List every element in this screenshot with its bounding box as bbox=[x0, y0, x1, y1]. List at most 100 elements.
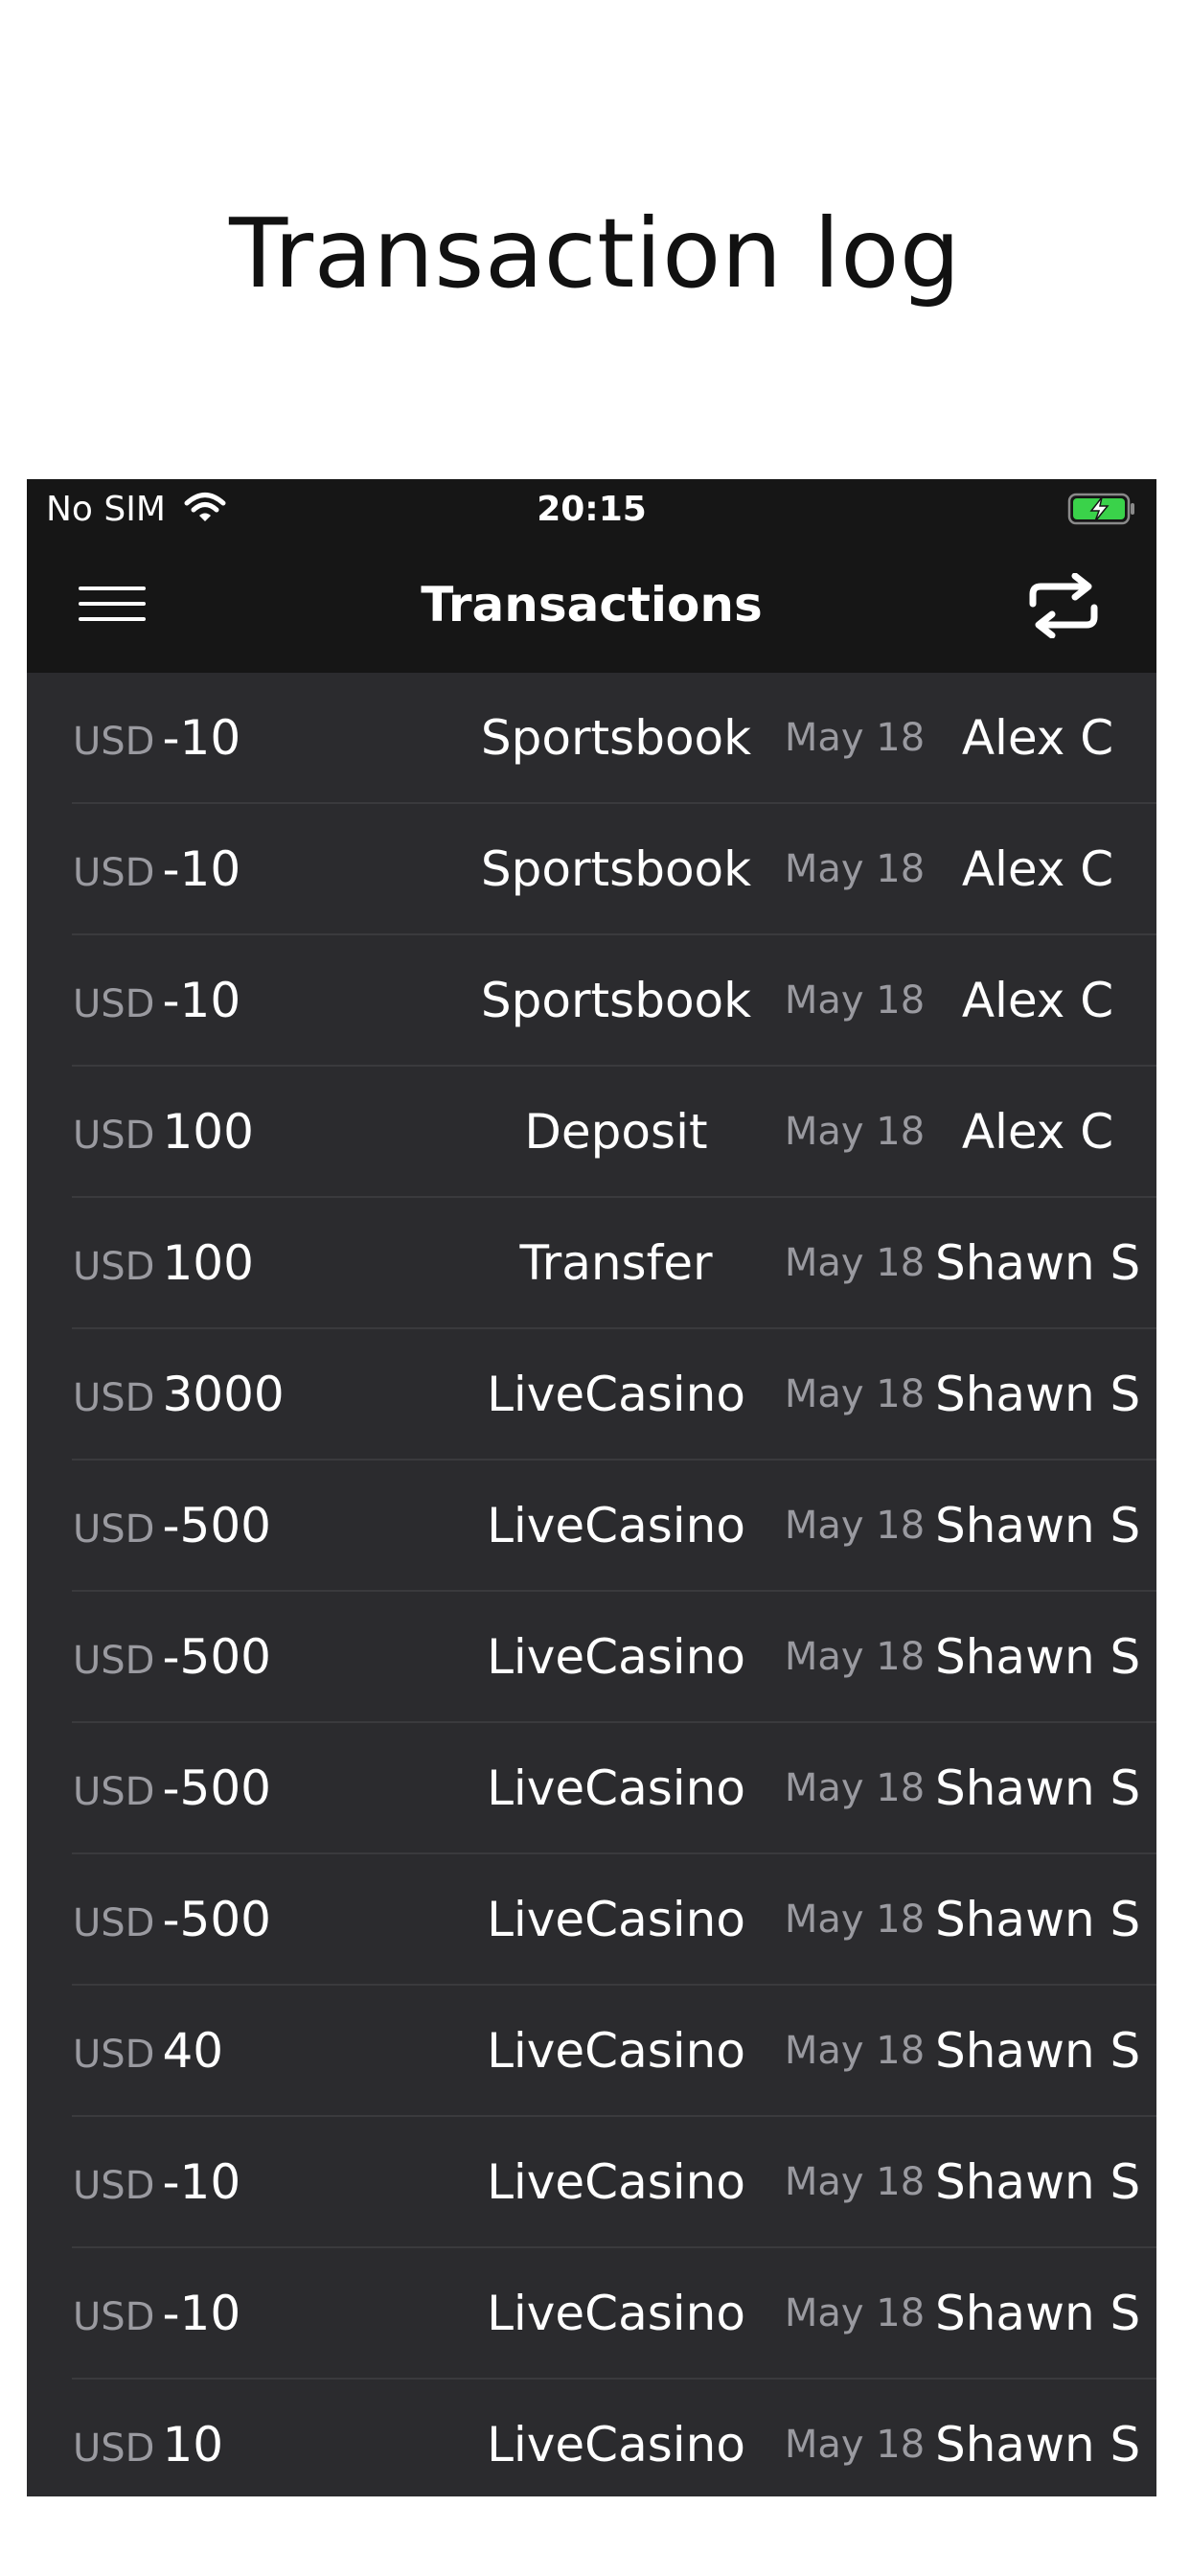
transaction-date: May 18 bbox=[784, 2029, 926, 2073]
transaction-user: Alex C bbox=[961, 1104, 1114, 1160]
transaction-date: May 18 bbox=[784, 847, 926, 891]
page-title: Transactions bbox=[421, 577, 763, 632]
transaction-amount: USD -500 bbox=[73, 1592, 418, 1723]
transaction-row[interactable]: USD -500 LiveCasino May 18 Shawn S bbox=[27, 1854, 1156, 1986]
transaction-amount: USD -500 bbox=[73, 1460, 418, 1592]
transaction-row[interactable]: USD -500 LiveCasino May 18 Shawn S bbox=[27, 1723, 1156, 1854]
transfer-arrows-icon[interactable] bbox=[1025, 573, 1102, 638]
transaction-category: LiveCasino bbox=[487, 2023, 745, 2079]
transaction-user: Shawn S bbox=[935, 1235, 1141, 1291]
transaction-category: LiveCasino bbox=[487, 2154, 745, 2210]
transaction-row[interactable]: USD -10 LiveCasino May 18 Shawn S bbox=[27, 2248, 1156, 2380]
transaction-row[interactable]: USD -10 Sportsbook May 18 Alex C bbox=[27, 935, 1156, 1067]
transaction-category: LiveCasino bbox=[487, 1760, 745, 1816]
transaction-row[interactable]: USD 10 LiveCasino May 18 Shawn S bbox=[27, 2380, 1156, 2496]
currency-code: USD bbox=[73, 1245, 155, 1289]
amount-value: -10 bbox=[162, 2154, 241, 2210]
currency-code: USD bbox=[73, 1507, 155, 1552]
amount-value: 100 bbox=[162, 1104, 254, 1160]
transaction-category: LiveCasino bbox=[487, 2417, 745, 2472]
transaction-date: May 18 bbox=[784, 1635, 926, 1679]
amount-value: -500 bbox=[162, 1629, 271, 1685]
currency-code: USD bbox=[73, 720, 155, 764]
transaction-category: LiveCasino bbox=[487, 1498, 745, 1553]
transaction-user: Alex C bbox=[961, 841, 1114, 897]
transaction-date: May 18 bbox=[784, 2291, 926, 2335]
transaction-category: LiveCasino bbox=[487, 2286, 745, 2341]
transaction-user: Shawn S bbox=[935, 2286, 1141, 2341]
transaction-category: Sportsbook bbox=[480, 710, 752, 766]
transaction-amount: USD 100 bbox=[73, 1067, 418, 1198]
transaction-user: Shawn S bbox=[935, 1629, 1141, 1685]
transaction-category: LiveCasino bbox=[487, 1367, 745, 1422]
transaction-user: Shawn S bbox=[935, 1892, 1141, 1947]
transaction-user: Shawn S bbox=[935, 2417, 1141, 2472]
transaction-user: Alex C bbox=[961, 973, 1114, 1028]
transaction-list: USD -10 Sportsbook May 18 Alex C USD -10 Sports… bbox=[27, 673, 1156, 2496]
transaction-category: Transfer bbox=[519, 1235, 713, 1291]
transaction-category: Sportsbook bbox=[480, 841, 752, 897]
transaction-row[interactable]: USD 40 LiveCasino May 18 Shawn S bbox=[27, 1986, 1156, 2117]
transaction-amount: USD -10 bbox=[73, 804, 418, 935]
transaction-row[interactable]: USD -10 Sportsbook May 18 Alex C bbox=[27, 804, 1156, 935]
currency-code: USD bbox=[73, 1639, 155, 1683]
amount-value: 3000 bbox=[162, 1367, 285, 1422]
transaction-amount: USD 10 bbox=[73, 2380, 418, 2496]
transaction-date: May 18 bbox=[784, 1898, 926, 1942]
transaction-amount: USD 40 bbox=[73, 1986, 418, 2117]
transaction-category: Deposit bbox=[524, 1104, 708, 1160]
amount-value: -10 bbox=[162, 841, 241, 897]
transaction-date: May 18 bbox=[784, 2423, 926, 2467]
currency-code: USD bbox=[73, 851, 155, 895]
currency-code: USD bbox=[73, 2033, 155, 2077]
transaction-category: LiveCasino bbox=[487, 1892, 745, 1947]
transaction-category: LiveCasino bbox=[487, 1629, 745, 1685]
status-time: 20:15 bbox=[537, 490, 647, 529]
transaction-user: Shawn S bbox=[935, 2154, 1141, 2210]
currency-code: USD bbox=[73, 1901, 155, 1945]
transaction-date: May 18 bbox=[784, 1504, 926, 1548]
transaction-row[interactable]: USD -10 Sportsbook May 18 Alex C bbox=[27, 673, 1156, 804]
status-bar: No SIM 20:15 bbox=[27, 479, 1156, 539]
transaction-row[interactable]: USD 3000 LiveCasino May 18 Shawn S bbox=[27, 1329, 1156, 1460]
transaction-amount: USD 3000 bbox=[73, 1329, 418, 1460]
transaction-row[interactable]: USD -500 LiveCasino May 18 Shawn S bbox=[27, 1460, 1156, 1592]
transaction-amount: USD 100 bbox=[73, 1198, 418, 1329]
transaction-date: May 18 bbox=[784, 1372, 926, 1416]
currency-code: USD bbox=[73, 1376, 155, 1420]
currency-code: USD bbox=[73, 1114, 155, 1158]
transaction-row[interactable]: USD 100 Transfer May 18 Shawn S bbox=[27, 1198, 1156, 1329]
transaction-category: Sportsbook bbox=[480, 973, 752, 1028]
transaction-date: May 18 bbox=[784, 1241, 926, 1285]
amount-value: 100 bbox=[162, 1235, 254, 1291]
currency-code: USD bbox=[73, 2295, 155, 2339]
transaction-date: May 18 bbox=[784, 1110, 926, 1154]
amount-value: -500 bbox=[162, 1892, 271, 1947]
transaction-amount: USD -10 bbox=[73, 935, 418, 1067]
transaction-date: May 18 bbox=[784, 716, 926, 760]
currency-code: USD bbox=[73, 1770, 155, 1814]
navigation-bar: Transactions bbox=[27, 539, 1156, 673]
transaction-date: May 18 bbox=[784, 2160, 926, 2204]
transaction-row[interactable]: USD -10 LiveCasino May 18 Shawn S bbox=[27, 2117, 1156, 2248]
phone-screen: No SIM 20:15 Transactions USD -10 Sportsbo… bbox=[27, 479, 1156, 2496]
amount-value: -500 bbox=[162, 1760, 271, 1816]
transaction-date: May 18 bbox=[784, 1766, 926, 1810]
amount-value: -10 bbox=[162, 2286, 241, 2341]
battery-charging-icon bbox=[1067, 493, 1134, 525]
amount-value: -10 bbox=[162, 710, 241, 766]
transaction-amount: USD -10 bbox=[73, 673, 418, 804]
amount-value: 10 bbox=[162, 2417, 224, 2472]
transaction-user: Shawn S bbox=[935, 2023, 1141, 2079]
transaction-row[interactable]: USD -500 LiveCasino May 18 Shawn S bbox=[27, 1592, 1156, 1723]
transaction-amount: USD -10 bbox=[73, 2248, 418, 2380]
amount-value: -10 bbox=[162, 973, 241, 1028]
transaction-date: May 18 bbox=[784, 978, 926, 1023]
transaction-amount: USD -10 bbox=[73, 2117, 418, 2248]
amount-value: 40 bbox=[162, 2023, 224, 2079]
currency-code: USD bbox=[73, 982, 155, 1026]
page-caption: Transaction log bbox=[229, 197, 961, 310]
transaction-user: Shawn S bbox=[935, 1498, 1141, 1553]
transaction-user: Shawn S bbox=[935, 1367, 1141, 1422]
transaction-row[interactable]: USD 100 Deposit May 18 Alex C bbox=[27, 1067, 1156, 1198]
